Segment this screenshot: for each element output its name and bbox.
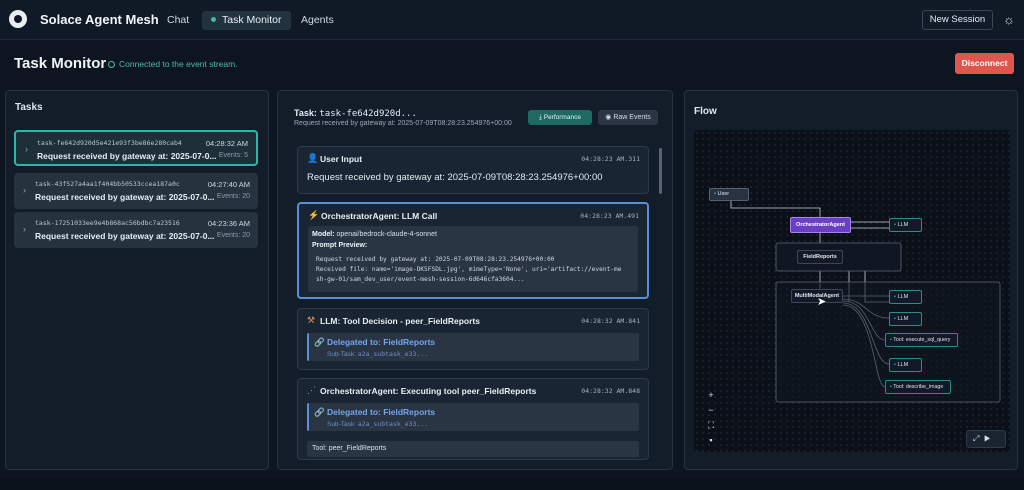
bottom-bar bbox=[0, 478, 1024, 490]
flow-node-tool-sql-label: Tool: execute_sql_query bbox=[893, 337, 951, 343]
minus-icon[interactable]: − bbox=[703, 405, 719, 417]
flow-node-tool-image[interactable]: • Tool: describe_image bbox=[885, 380, 951, 394]
edge-user-orchestrator bbox=[730, 201, 821, 217]
flow-node-tool-image-label: Tool: describe_image bbox=[893, 384, 944, 390]
mouse-cursor-icon: ➤ bbox=[817, 296, 827, 308]
flow-node-llm[interactable]: • LLM bbox=[889, 358, 922, 372]
flow-node-user-label: User bbox=[717, 191, 730, 197]
fit-view-icon[interactable]: ⛶ bbox=[703, 420, 719, 432]
flow-node-llm-label: LLM bbox=[897, 294, 909, 300]
lock-icon[interactable]: ▪ bbox=[703, 435, 719, 447]
flow-node-llm[interactable]: • LLM bbox=[889, 312, 922, 326]
plus-icon[interactable]: + bbox=[703, 390, 719, 402]
flow-node-user[interactable]: • User bbox=[709, 188, 749, 201]
flow-node-llm-label: LLM bbox=[897, 362, 909, 368]
flow-node-tool-sql[interactable]: • Tool: execute_sql_query bbox=[885, 333, 958, 347]
flow-node-llm-label: LLM bbox=[897, 222, 909, 228]
expand-icon[interactable]: ⤢ bbox=[973, 434, 979, 443]
flow-node-orchestrator[interactable]: OrchestratorAgent bbox=[790, 217, 851, 233]
flow-node-llm[interactable]: • LLM bbox=[889, 218, 922, 232]
flow-node-llm-label: LLM bbox=[897, 316, 909, 322]
minimap-controls[interactable]: ⤢ ▶ bbox=[966, 430, 1006, 448]
flow-node-fieldreports[interactable]: FieldReports bbox=[797, 250, 843, 264]
flow-node-llm[interactable]: • LLM bbox=[889, 290, 922, 304]
flow-graph bbox=[730, 201, 1001, 403]
play-icon[interactable]: ▶ bbox=[984, 434, 990, 443]
